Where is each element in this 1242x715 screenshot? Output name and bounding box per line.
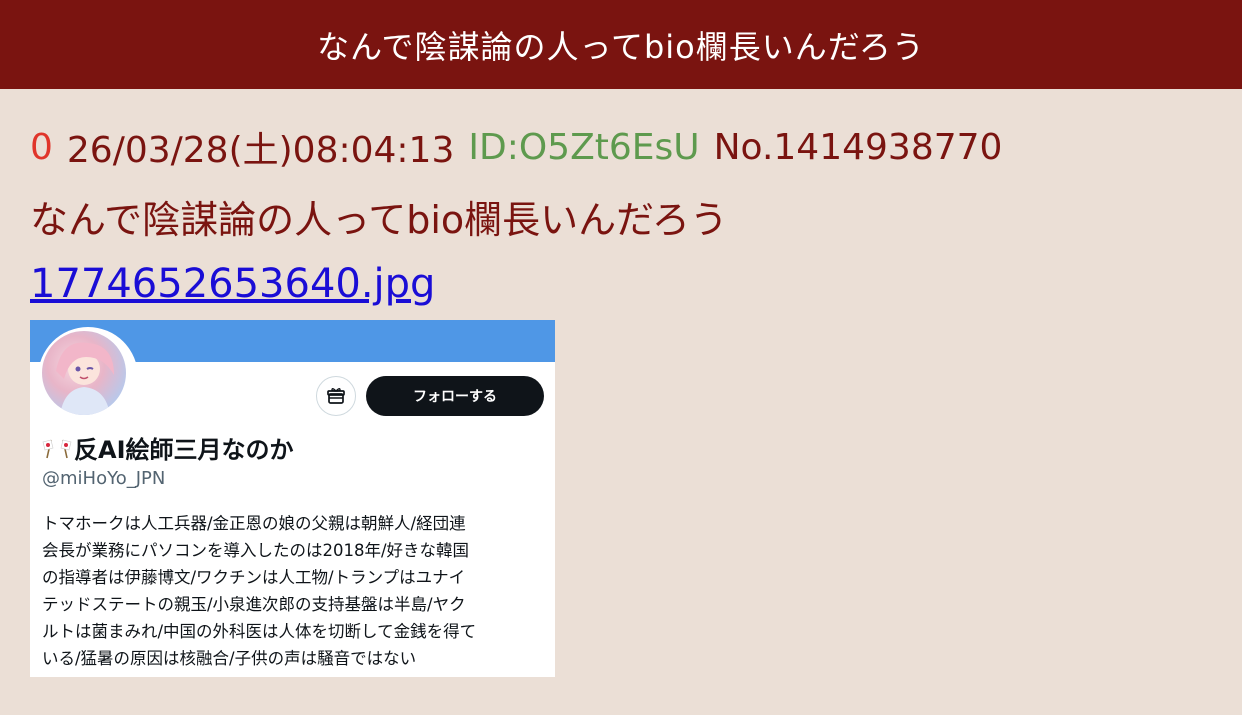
post: 0 26/03/28(土)08:04:13 ID:O5Zt6EsU No.141… bbox=[0, 125, 1242, 309]
gift-icon bbox=[327, 388, 345, 404]
post-datetime: 26/03/28(土)08:04:13 bbox=[66, 130, 455, 171]
thread-title: なんで陰謀論の人ってbio欄長いんだろう bbox=[317, 27, 925, 66]
profile-handle: @miHoYo_JPN bbox=[42, 468, 166, 489]
profile-bio: トマホークは人工兵器/金正恩の娘の父親は朝鮮人/経団連 会長が業務にパソコンを導… bbox=[42, 514, 477, 668]
follow-button[interactable]: フォローする bbox=[366, 376, 544, 416]
flag-icon bbox=[42, 439, 72, 458]
profile-display-name: 反AI絵師三月なのか bbox=[42, 430, 294, 465]
post-body: なんで陰謀論の人ってbio欄長いんだろう bbox=[30, 191, 1242, 242]
poster-id[interactable]: ID:O5Zt6EsU bbox=[468, 127, 699, 168]
thread-title-bar: なんで陰謀論の人ってbio欄長いんだろう bbox=[0, 0, 1242, 89]
gift-button[interactable] bbox=[316, 376, 356, 416]
display-name-text: 反AI絵師三月なのか bbox=[74, 436, 294, 464]
attached-image[interactable]: フォローする 反AI絵師三月なのか @miHoYo_JPN トマホークは人工兵器… bbox=[30, 320, 555, 677]
avatar bbox=[38, 327, 138, 427]
attachment-link[interactable]: 1774652653640.jpg bbox=[30, 259, 450, 309]
post-header: 0 26/03/28(土)08:04:13 ID:O5Zt6EsU No.141… bbox=[30, 125, 1242, 172]
follow-button-label: フォローする bbox=[413, 389, 497, 405]
avatar-image bbox=[42, 331, 126, 415]
post-no[interactable]: No.1414938770 bbox=[714, 127, 1003, 168]
post-number[interactable]: 0 bbox=[30, 127, 53, 168]
post-body-text: なんで陰謀論の人ってbio欄長いんだろう bbox=[30, 197, 728, 242]
